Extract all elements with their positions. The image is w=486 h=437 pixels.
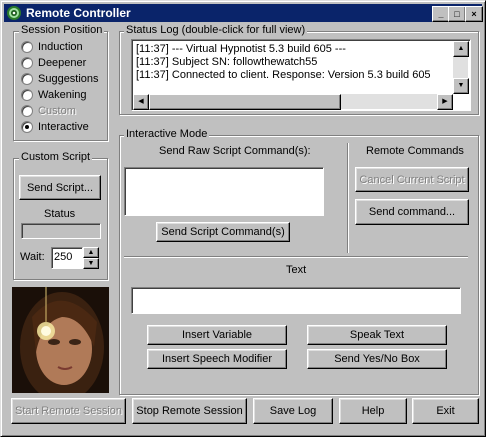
scroll-right-arrow-icon[interactable]: ▶ xyxy=(437,94,453,110)
radio-wakening[interactable]: Wakening xyxy=(21,89,87,101)
radio-dot xyxy=(21,41,33,53)
insert-speech-modifier-button[interactable]: Insert Speech Modifier xyxy=(147,349,287,369)
radio-custom: Custom xyxy=(21,105,76,117)
status-log-label: Status Log (double-click for full view) xyxy=(124,24,308,36)
remote-commands-label: Remote Commands xyxy=(366,145,464,157)
radio-dot-selected xyxy=(21,121,33,133)
scroll-thumb[interactable] xyxy=(149,94,341,110)
wait-up-button[interactable]: ▲ xyxy=(83,247,99,258)
wait-input[interactable]: 250 xyxy=(51,247,83,269)
stop-remote-session-button[interactable]: Stop Remote Session xyxy=(132,398,247,424)
radio-interactive[interactable]: Interactive xyxy=(21,121,89,133)
scroll-left-arrow-icon[interactable]: ◀ xyxy=(133,94,149,110)
radio-label: Suggestions xyxy=(38,73,99,85)
remote-controller-window: Remote Controller _ □ × Session Position… xyxy=(0,0,486,437)
speak-text-button[interactable]: Speak Text xyxy=(307,325,447,345)
save-log-button[interactable]: Save Log xyxy=(253,398,333,424)
raw-script-input[interactable] xyxy=(124,167,324,216)
maximize-button[interactable]: □ xyxy=(448,6,466,22)
radio-suggestions[interactable]: Suggestions xyxy=(21,73,99,85)
radio-dot xyxy=(21,105,33,117)
status-label: Status xyxy=(44,208,76,220)
wait-label: Wait: xyxy=(20,251,45,263)
wait-down-button[interactable]: ▼ xyxy=(83,258,99,269)
text-input[interactable] xyxy=(131,287,461,314)
start-remote-session-button[interactable]: Start Remote Session xyxy=(11,398,126,424)
scroll-up-arrow-icon[interactable]: ▲ xyxy=(453,41,469,57)
log-line: [11:37] Connected to client. Response: V… xyxy=(136,69,431,81)
scroll-down-arrow-icon[interactable]: ▼ xyxy=(453,78,469,94)
session-position-label: Session Position xyxy=(19,24,105,36)
send-script-commands-button[interactable]: Send Script Command(s) xyxy=(156,222,290,242)
radio-deepener[interactable]: Deepener xyxy=(21,57,86,69)
app-icon xyxy=(7,6,21,20)
subject-avatar-image xyxy=(12,287,109,393)
log-line: [11:37] --- Virtual Hypnotist 5.3 build … xyxy=(136,43,346,55)
close-button[interactable]: × xyxy=(465,6,483,22)
log-line: [11:37] Subject SN: followthewatch55 xyxy=(136,56,318,68)
wait-value: 250 xyxy=(54,251,73,263)
send-script-button[interactable]: Send Script... xyxy=(19,175,101,200)
radio-dot xyxy=(21,73,33,85)
status-progress-bar xyxy=(21,223,101,239)
insert-variable-button[interactable]: Insert Variable xyxy=(147,325,287,345)
radio-label: Wakening xyxy=(38,89,87,101)
radio-induction[interactable]: Induction xyxy=(21,41,83,53)
radio-dot xyxy=(21,57,33,69)
divider-vertical xyxy=(347,143,348,253)
text-label: Text xyxy=(286,264,307,276)
radio-label: Custom xyxy=(38,105,76,117)
title-bar[interactable]: Remote Controller _ □ × xyxy=(4,4,483,22)
divider-horizontal xyxy=(124,256,468,257)
radio-dot xyxy=(21,89,33,101)
send-yes-no-box-button[interactable]: Send Yes/No Box xyxy=(307,349,447,369)
radio-label: Interactive xyxy=(38,121,89,133)
radio-label: Induction xyxy=(38,41,83,53)
help-button[interactable]: Help xyxy=(339,398,407,424)
status-log-list[interactable]: [11:37] --- Virtual Hypnotist 5.3 build … xyxy=(131,39,471,111)
custom-script-label: Custom Script xyxy=(19,151,93,163)
radio-label: Deepener xyxy=(38,57,87,69)
raw-script-label: Send Raw Script Command(s): xyxy=(159,145,311,157)
interactive-mode-label: Interactive Mode xyxy=(124,128,210,140)
window-title: Remote Controller xyxy=(26,6,131,20)
exit-button[interactable]: Exit xyxy=(412,398,479,424)
cancel-current-script-button[interactable]: Cancel Current Script xyxy=(355,167,469,192)
send-command-button[interactable]: Send command... xyxy=(355,199,469,225)
